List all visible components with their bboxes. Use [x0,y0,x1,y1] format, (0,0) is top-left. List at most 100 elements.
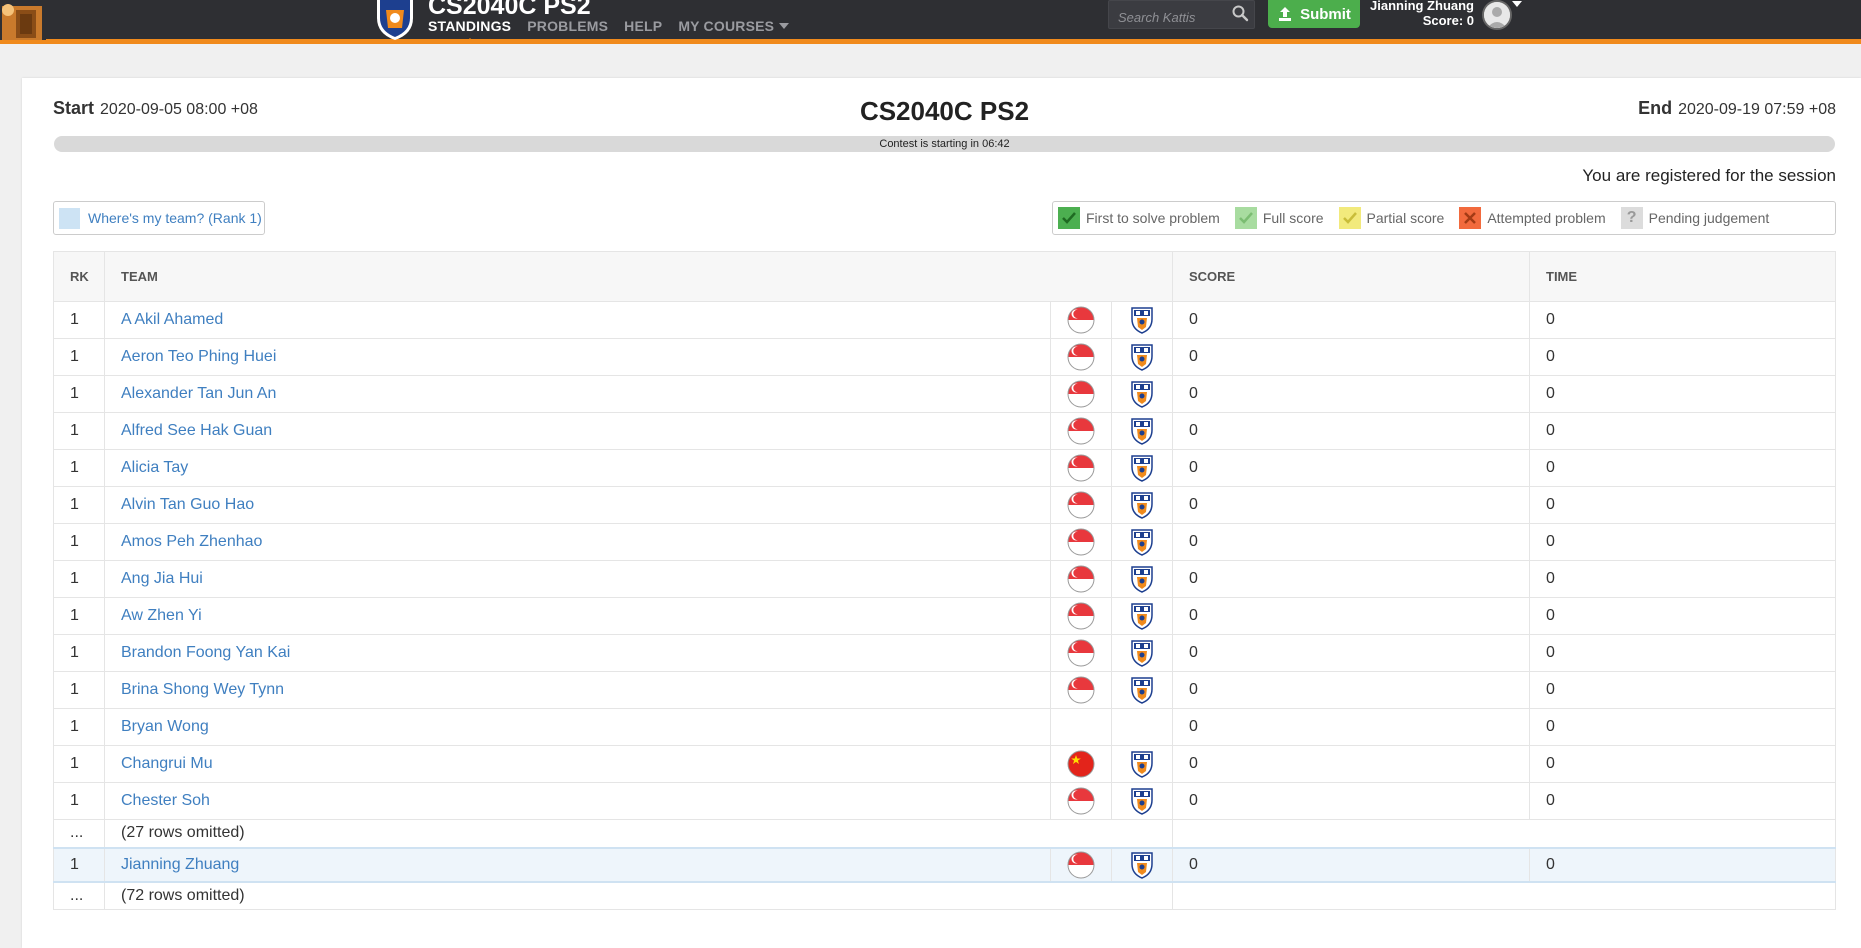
user-score: Score: 0 [1422,13,1474,28]
team-cell: Alexander Tan Jun An [104,375,1051,413]
score-cell: 0 [1172,708,1530,746]
team-link[interactable]: Alvin Tan Guo Hao [121,496,254,513]
nav-problems[interactable]: PROBLEMS [527,18,608,34]
kattis-mascot-icon[interactable] [0,0,46,40]
affiliation-cell [1111,486,1173,524]
team-link[interactable]: Aw Zhen Yi [121,607,202,624]
time-cell: 0 [1529,301,1836,339]
university-crest-icon [1131,677,1153,704]
team-link[interactable]: Jianning Zhuang [121,856,239,873]
rank-cell: ... [53,819,105,848]
rank-cell: 1 [53,301,105,339]
university-crest-icon [1131,529,1153,556]
country-flag-cell [1050,745,1112,783]
legend-label: Partial score [1366,210,1445,226]
university-crest-icon [1131,418,1153,445]
rank-cell: 1 [53,745,105,783]
omitted-rows-row: ... (27 rows omitted) [53,819,1836,848]
singapore-flag-icon [1067,602,1095,630]
country-flag-cell [1050,449,1112,487]
team-link[interactable]: Alexander Tan Jun An [121,385,276,402]
chevron-down-icon [779,23,790,29]
score-cell: 0 [1172,523,1530,561]
nav-help[interactable]: HELP [624,18,662,34]
column-header-team[interactable]: TEAM [104,251,1173,302]
team-link[interactable]: A Akil Ahamed [121,311,223,328]
team-cell: Alfred See Hak Guan [104,412,1051,450]
user-menu-chevron-icon[interactable] [1512,1,1522,7]
university-crest-icon [1131,640,1153,667]
score-cell: 0 [1172,597,1530,635]
search-icon[interactable] [1231,4,1249,22]
table-row: 1 Alexander Tan Jun An 0 0 [53,375,1836,413]
empty-cell [1172,819,1836,848]
avatar[interactable] [1482,0,1512,30]
avatar-image-icon [1484,2,1510,28]
nav-my-courses-wrap[interactable]: MY COURSES [678,18,790,34]
score-cell: 0 [1172,412,1530,450]
standings-table: RK TEAM SCORE TIME 1A Akil Ahamed 0 0 1 Aero… [53,251,1836,910]
university-crest-icon [1131,851,1153,879]
column-header-score[interactable]: SCORE [1172,251,1530,302]
team-link[interactable]: Aeron Teo Phing Huei [121,348,276,365]
omitted-rows-label: (72 rows omitted) [104,881,1173,910]
check-icon [1234,207,1257,229]
nav-my-courses[interactable]: MY COURSES [678,18,774,34]
team-cell: Alvin Tan Guo Hao [104,486,1051,524]
singapore-flag-icon [1067,787,1095,815]
team-link[interactable]: Amos Peh Zhenhao [121,533,262,550]
omitted-rows-label: (27 rows omitted) [104,819,1173,848]
table-row: 1 Amos Peh Zhenhao 0 0 [53,523,1836,561]
registration-status: You are registered for the session [1582,166,1836,185]
course-shield-logo-icon[interactable] [374,0,416,40]
affiliation-cell [1111,634,1173,672]
rank-cell: 1 [53,597,105,635]
main-nav: STANDINGS PROBLEMS HELP MY COURSES [428,18,790,44]
wheres-my-team-label: Where's my team? (Rank 1) [88,210,262,226]
team-cell: Alicia Tay [104,449,1051,487]
affiliation-cell [1111,782,1173,820]
table-row: 1 Alfred See Hak Guan 0 0 [53,412,1836,450]
contest-progress-bar: Contest is starting in 06:42 [54,136,1835,152]
team-link[interactable]: Alicia Tay [121,459,188,476]
time-cell: 0 [1529,671,1836,709]
submit-button[interactable]: Submit [1268,0,1360,28]
top-navbar: CS2040C PS2 STANDINGS PROBLEMS HELP MY C… [0,0,1861,44]
time-cell: 0 [1529,449,1836,487]
column-header-time[interactable]: TIME [1529,251,1836,302]
legend-label: Pending judgement [1648,210,1770,226]
table-row: 1 Brina Shong Wey Tynn 0 0 [53,671,1836,709]
time-cell: 0 [1529,486,1836,524]
legend-full-score: Full score [1234,207,1324,229]
rank-cell: 1 [53,412,105,450]
team-link[interactable]: Changrui Mu [121,755,213,772]
team-cell: A Akil Ahamed [104,301,1051,339]
country-flag-cell [1050,338,1112,376]
team-link[interactable]: Ang Jia Hui [121,570,203,587]
affiliation-cell [1111,745,1173,783]
team-link[interactable]: Bryan Wong [121,718,209,735]
table-row: 1 Changrui Mu 0 0 [53,745,1836,783]
university-crest-icon [1131,603,1153,630]
legend-first-to-solve: First to solve problem [1058,207,1220,229]
wheres-my-team-button[interactable]: Where's my team? (Rank 1) [53,201,265,235]
time-cell: 0 [1529,782,1836,820]
team-link[interactable]: Brina Shong Wey Tynn [121,681,284,698]
table-row: 1 Brandon Foong Yan Kai 0 0 [53,634,1836,672]
nav-standings[interactable]: STANDINGS [428,18,511,44]
team-link[interactable]: Alfred See Hak Guan [121,422,272,439]
rank-cell: 1 [53,375,105,413]
team-link[interactable]: Chester Soh [121,792,210,809]
score-cell: 0 [1172,846,1530,883]
singapore-flag-icon [1067,565,1095,593]
table-row: 1 Alicia Tay 0 0 [53,449,1836,487]
affiliation-cell [1111,708,1173,746]
time-cell: 0 [1529,634,1836,672]
time-cell: 0 [1529,523,1836,561]
column-header-rk[interactable]: RK [53,251,105,302]
country-flag-cell [1050,846,1112,883]
user-info[interactable]: Jianning Zhuang Score: 0 [1368,0,1474,28]
rank-cell: 1 [53,708,105,746]
country-flag-cell [1050,634,1112,672]
team-link[interactable]: Brandon Foong Yan Kai [121,644,290,661]
